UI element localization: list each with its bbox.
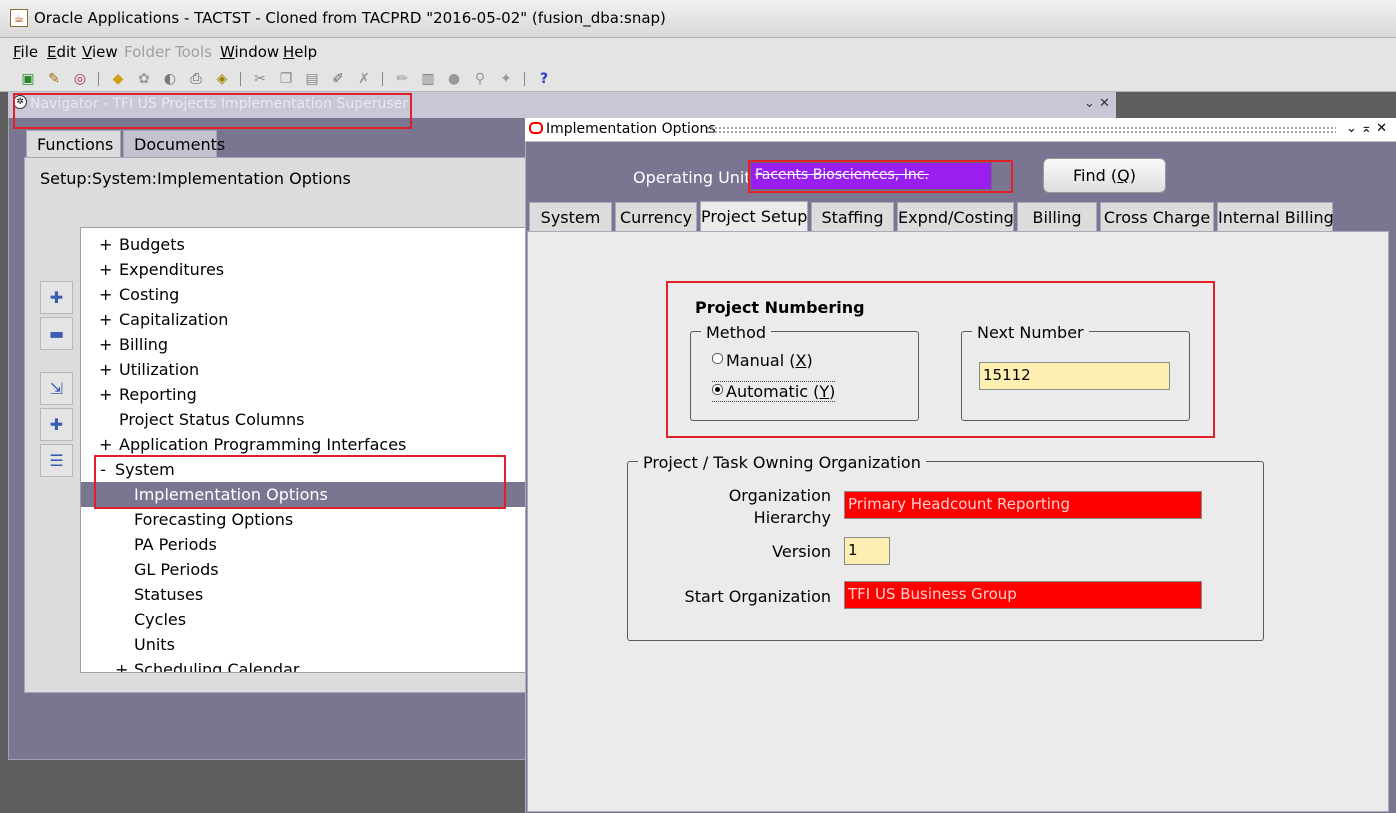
menu-bar: File Edit View Folder Tools Window Help [0,38,1396,66]
save-icon[interactable]: ◆ [109,70,127,88]
find-button[interactable]: Find (Q) [1043,158,1166,193]
delete-record-icon: ✗ [358,71,370,87]
menu-window[interactable]: Window [220,43,279,61]
menu-help[interactable]: Help [283,43,317,61]
annotation-box-project-numbering [666,281,1215,438]
minimize-icon[interactable]: ⌄ [1346,121,1357,136]
maximize-icon[interactable]: ⌅ [1361,121,1372,136]
toolbar-separator [98,72,99,86]
clear-record-icon[interactable]: ✐ [329,70,347,88]
menu-folder: Folder [124,43,171,61]
zoom-icon: ▥ [421,71,435,87]
tab-currency[interactable]: Currency [615,202,697,232]
attachments-icon: ⚲ [474,71,486,87]
tree-item-costing[interactable]: + Costing [81,282,543,307]
toolbar-separator [240,72,241,86]
tree-item-utilization[interactable]: + Utilization [81,357,543,382]
close-icon[interactable]: ✕ [1099,96,1110,111]
annotation-box-navigator-title [13,93,412,129]
tree-item-reporting[interactable]: + Reporting [81,382,543,407]
paste-icon: ▤ [305,71,319,87]
organization-hierarchy-label: Organization Hierarchy [728,486,831,527]
annotation-box-operating-unit [748,160,1013,193]
tree-item-cycles[interactable]: Cycles [81,607,543,632]
navigator-window-controls[interactable]: ⌄ ✕ [1084,96,1110,111]
new-record-icon[interactable]: ▣ [19,70,37,88]
tree-item-project-status-columns[interactable]: Project Status Columns [81,407,543,432]
collapse-icon[interactable]: ▬ [40,317,73,350]
organization-hierarchy-field[interactable]: Primary Headcount Reporting [844,491,1202,519]
app-title: Oracle Applications - TACTST - Cloned fr… [34,9,666,27]
tab-internal-billing[interactable]: Internal Billing [1217,202,1334,232]
java-icon: ☕ [10,9,28,27]
help-icon[interactable]: ? [535,70,553,88]
edit-field-icon: ✏ [396,71,408,87]
menu-file[interactable]: File [13,43,38,61]
toolbar-separator [524,72,525,86]
start-organization-field[interactable]: TFI US Business Group [844,581,1202,609]
tab-system[interactable]: System [529,202,612,232]
close-icon[interactable]: ✕ [1376,121,1387,136]
oracle-icon [529,122,543,134]
tree-item-expenditures[interactable]: + Expenditures [81,257,543,282]
owning-organization-legend: Project / Task Owning Organization [638,453,926,472]
cut-icon: ✂ [254,71,266,87]
tab-expnd-costing[interactable]: Expnd/Costing [897,202,1014,232]
version-field[interactable]: 1 [844,537,890,565]
navigator-icon[interactable]: ◎ [71,70,89,88]
operating-unit-label: Operating Unit [633,168,751,187]
expand-icon[interactable]: ✚ [40,281,73,314]
toolbar: ▣ ✎ ◎ ◆ ✿ ◐ ⎙ ◈ ✂ ❐ ▤ ✐ ✗ ✏ ▥ ● ⚲ ✦ ? [0,66,1396,92]
next-step-icon: ✿ [138,71,150,87]
tree-item-capitalization[interactable]: + Capitalization [81,307,543,332]
window-controls[interactable]: ⌄ ⌅ ✕ [1346,121,1387,136]
menu-edit[interactable]: Edit [47,43,76,61]
translations-icon: ● [447,71,461,87]
annotation-box-implementation-options [94,455,506,509]
tab-staffing[interactable]: Staffing [811,202,894,232]
menu-view[interactable]: View [82,43,118,61]
find-icon[interactable]: ✎ [45,70,63,88]
tree-item-scheduling-calendar[interactable]: + Scheduling Calendar [81,657,543,672]
titlebar-grip [706,126,1336,134]
folder-tools-icon: ✦ [500,71,512,87]
toolbar-separator [382,72,383,86]
copy-icon: ❐ [279,71,293,87]
tree-item-gl-periods[interactable]: GL Periods [81,557,543,582]
function-tree[interactable]: + Budgets + Expenditures + Costing + Capital… [80,227,544,673]
expand-branch-icon[interactable]: ⇲ [40,372,73,405]
tab-project-setup[interactable]: Project Setup [700,201,808,233]
version-label: Version [772,542,831,561]
tree-item-apis[interactable]: + Application Programming Interfaces [81,432,543,457]
tree-item-statuses[interactable]: Statuses [81,582,543,607]
print-icon[interactable]: ⎙ [187,70,205,88]
expand-all-icon[interactable]: ✚ [40,408,73,441]
start-organization-label: Start Organization [684,587,831,606]
switch-responsibility-icon: ◐ [163,71,177,87]
tree-item-pa-periods[interactable]: PA Periods [81,532,543,557]
implementation-options-title: Implementation Options [546,121,716,137]
tree-item-forecasting-options[interactable]: Forecasting Options [81,507,543,532]
tab-billing[interactable]: Billing [1017,202,1097,232]
tree-item-units[interactable]: Units [81,632,543,657]
minimize-icon[interactable]: ⌄ [1084,96,1095,111]
collapse-all-icon[interactable]: ☰ [40,444,73,477]
menu-tools: Tools [175,43,212,61]
close-form-icon[interactable]: ◈ [213,70,231,88]
tab-cross-charge[interactable]: Cross Charge [1100,202,1214,232]
tree-item-budgets[interactable]: + Budgets [81,232,543,257]
tree-item-billing[interactable]: + Billing [81,332,543,357]
tab-documents[interactable]: Documents [123,130,225,158]
navigator-path: Setup:System:Implementation Options [40,169,351,188]
tab-functions[interactable]: Functions [26,130,121,158]
